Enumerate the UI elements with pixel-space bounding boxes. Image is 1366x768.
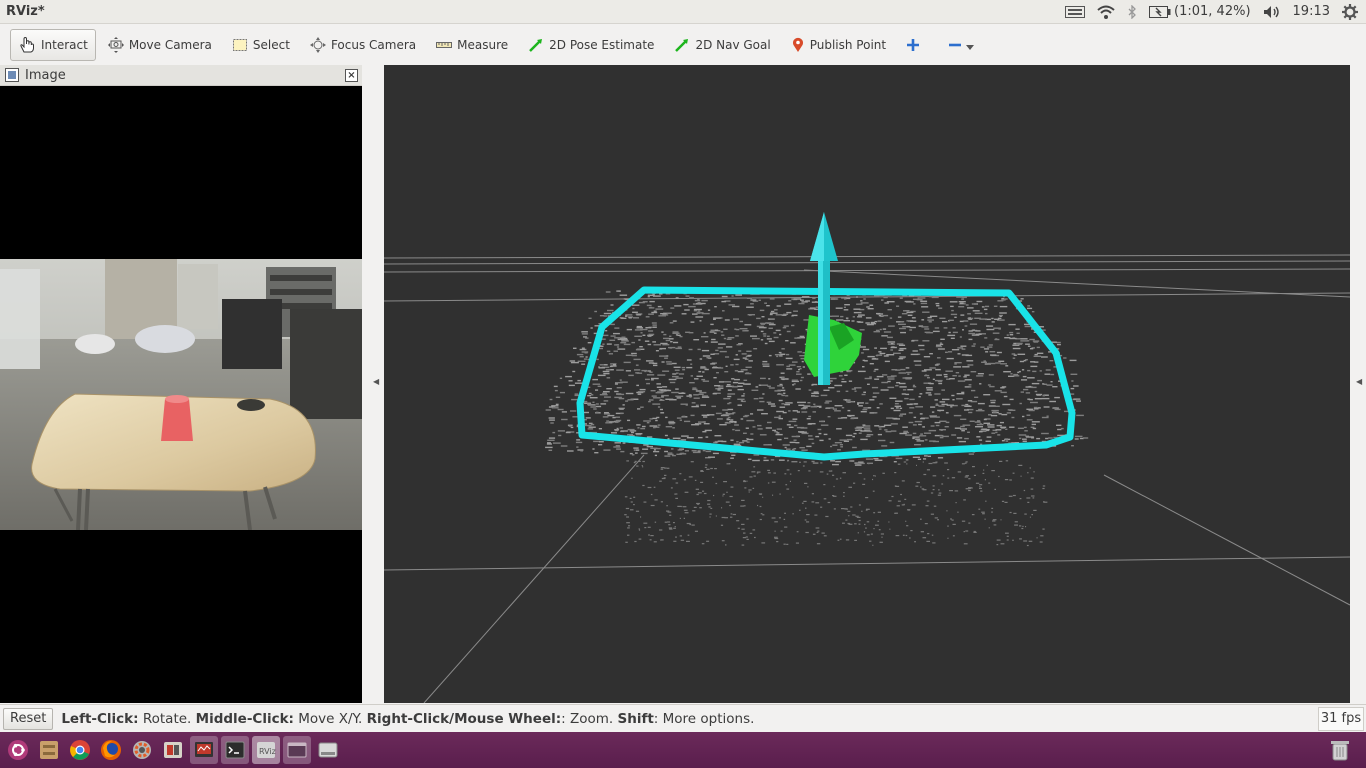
rviz-icon: RViz bbox=[257, 742, 276, 758]
green-cluster bbox=[804, 315, 862, 377]
taskbar-chrome[interactable] bbox=[66, 736, 94, 764]
taskbar-settings[interactable] bbox=[128, 736, 156, 764]
gear-icon[interactable] bbox=[1342, 3, 1358, 20]
image-panel-title: Image bbox=[25, 67, 66, 83]
chrome-icon bbox=[70, 740, 90, 760]
status-bar: Reset Left-Click: Rotate. Middle-Click: … bbox=[0, 704, 1366, 732]
hint-text: Move X/Y. bbox=[293, 710, 367, 727]
green-arrow-icon bbox=[529, 39, 543, 52]
volume-icon[interactable] bbox=[1263, 5, 1281, 19]
wifi-icon[interactable] bbox=[1097, 5, 1115, 19]
monitor-icon bbox=[195, 742, 213, 757]
rviz-toolbar: Interact Move Camera Select Focus Camera… bbox=[0, 25, 1366, 65]
tool-move-camera[interactable]: Move Camera bbox=[100, 29, 220, 61]
keyboard-icon[interactable] bbox=[1065, 5, 1086, 18]
add-tool-button[interactable] bbox=[898, 29, 928, 61]
green-arrow-icon bbox=[675, 39, 689, 52]
tool-2d-pose-estimate[interactable]: 2D Pose Estimate bbox=[520, 29, 662, 61]
window-icon bbox=[287, 742, 307, 758]
close-icon[interactable]: × bbox=[345, 68, 358, 82]
map-pin-icon bbox=[792, 37, 803, 52]
firefox-icon bbox=[101, 740, 121, 760]
help-hint: Left-Click: Rotate. Middle-Click: Move X… bbox=[61, 711, 754, 727]
taskbar: RViz bbox=[0, 732, 1366, 768]
collapse-left-icon: ◀ bbox=[373, 377, 380, 386]
system-tray: (1:01, 42%) 19:13 bbox=[1065, 3, 1366, 20]
camera-image bbox=[0, 259, 362, 530]
move-camera-icon bbox=[107, 37, 124, 53]
hint-key: Shift bbox=[617, 710, 654, 727]
tool-label: Focus Camera bbox=[330, 38, 417, 52]
image-panel: Image × bbox=[0, 65, 362, 703]
collapse-right-icon: ◀ bbox=[1356, 377, 1363, 386]
hint-key: Right-Click/Mouse Wheel: bbox=[366, 710, 562, 727]
taskbar-trash[interactable] bbox=[1326, 736, 1354, 764]
taskbar-terminal[interactable] bbox=[221, 736, 249, 764]
taskbar-files[interactable] bbox=[35, 736, 63, 764]
grid bbox=[384, 254, 1350, 703]
taskbar-firefox[interactable] bbox=[97, 736, 125, 764]
splitter-handle-right[interactable]: ◀ bbox=[1350, 65, 1366, 703]
taskbar-dash[interactable] bbox=[4, 736, 32, 764]
3d-render-view[interactable] bbox=[384, 65, 1350, 703]
tool-label: Publish Point bbox=[809, 38, 887, 52]
taskbar-app[interactable] bbox=[159, 736, 187, 764]
minus-icon bbox=[949, 43, 962, 47]
tool-label: Measure bbox=[457, 38, 509, 52]
hint-text: Rotate. bbox=[138, 710, 196, 727]
taskbar-drive[interactable] bbox=[314, 736, 342, 764]
tool-2d-nav-goal[interactable]: 2D Nav Goal bbox=[666, 29, 778, 61]
tool-publish-point[interactable]: Publish Point bbox=[783, 29, 894, 61]
bluetooth-icon[interactable] bbox=[1127, 4, 1137, 19]
taskbar-rviz[interactable]: RViz bbox=[252, 736, 280, 764]
clock[interactable]: 19:13 bbox=[1293, 4, 1330, 19]
remove-tool-button[interactable] bbox=[940, 29, 982, 61]
drive-icon bbox=[318, 742, 338, 758]
tool-label: 2D Nav Goal bbox=[695, 38, 771, 52]
system-top-bar: RViz* (1:01, 42%) 19:13 bbox=[0, 0, 1366, 24]
terminal-icon bbox=[225, 741, 245, 759]
hint-text: : Zoom. bbox=[561, 710, 618, 727]
tool-label: 2D Pose Estimate bbox=[549, 38, 655, 52]
taskbar-monitor[interactable] bbox=[190, 736, 218, 764]
battery-status: (1:01, 42%) bbox=[1174, 4, 1251, 19]
hand-icon bbox=[20, 36, 34, 53]
plus-icon bbox=[907, 39, 920, 51]
hint-key: Left-Click: bbox=[61, 710, 139, 727]
file-cabinet-icon bbox=[40, 741, 58, 759]
trash-icon bbox=[1331, 741, 1349, 761]
image-panel-header: Image × bbox=[0, 65, 362, 86]
app-icon bbox=[164, 742, 182, 758]
tool-focus-camera[interactable]: Focus Camera bbox=[302, 29, 424, 61]
taskbar-window[interactable] bbox=[283, 736, 311, 764]
chevron-down-icon bbox=[966, 45, 975, 50]
tool-label: Move Camera bbox=[128, 38, 212, 52]
image-icon bbox=[5, 68, 19, 82]
window-title: RViz* bbox=[6, 4, 45, 19]
tool-select[interactable]: Select bbox=[224, 29, 298, 61]
splitter-handle-left[interactable]: ◀ bbox=[362, 65, 384, 703]
focus-camera-icon bbox=[309, 37, 326, 53]
settings-gear-icon bbox=[133, 741, 151, 759]
tool-interact[interactable]: Interact bbox=[10, 29, 96, 61]
battery-icon[interactable]: (1:01, 42%) bbox=[1149, 4, 1251, 19]
tool-label: Interact bbox=[41, 38, 88, 52]
ubuntu-logo-icon bbox=[8, 740, 28, 760]
3d-scene bbox=[384, 212, 1350, 703]
svg-text:RViz: RViz bbox=[259, 747, 276, 756]
fps-counter: 31 fps bbox=[1318, 706, 1364, 731]
hint-text: : More options. bbox=[653, 710, 755, 727]
hint-key: Middle-Click: bbox=[195, 710, 294, 727]
tool-measure[interactable]: Measure bbox=[428, 29, 516, 61]
tool-label: Select bbox=[252, 38, 290, 52]
select-icon bbox=[232, 39, 247, 51]
ruler-icon bbox=[436, 42, 453, 48]
reset-button[interactable]: Reset bbox=[3, 707, 54, 730]
